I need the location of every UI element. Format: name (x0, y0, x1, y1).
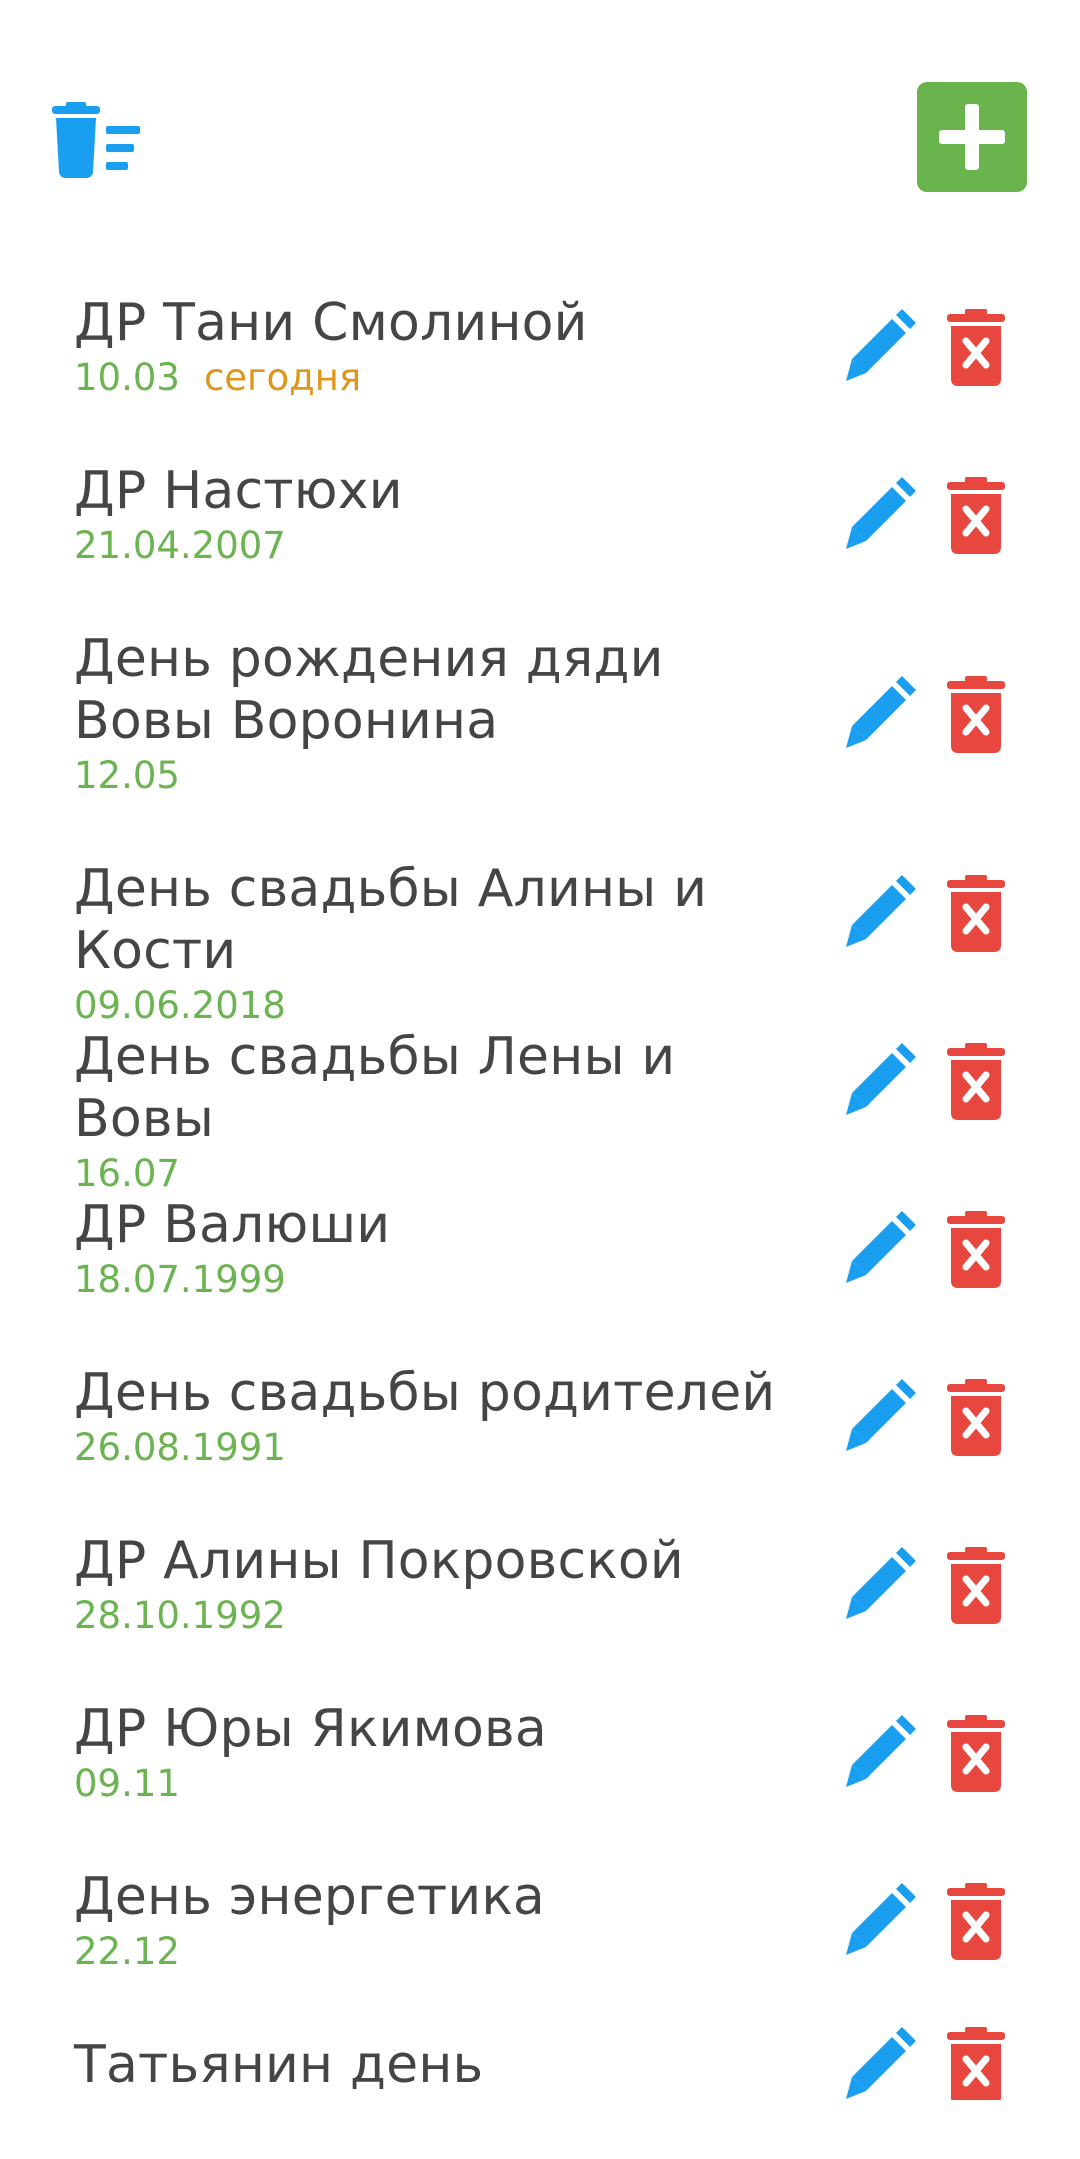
event-title: День энергетика (74, 1867, 545, 1927)
event-row[interactable]: ДР Настюхи 21.04.2007 (0, 438, 1080, 606)
pencil-icon (846, 309, 916, 381)
edit-button[interactable] (838, 1881, 918, 1961)
event-text: День энергетика 22.12 (74, 1866, 794, 1976)
delete-trash-icon (947, 1715, 1005, 1792)
delete-trash-icon (947, 2027, 1005, 2100)
pencil-icon (846, 1211, 916, 1283)
event-row[interactable]: День свадьбы родителей 26.08.1991 (0, 1340, 1080, 1508)
delete-button[interactable] (945, 1043, 1007, 1121)
event-text: День свадьбы родителей 26.08.1991 (74, 1362, 794, 1472)
event-date: 26.08.1991 (74, 1426, 286, 1469)
edit-button[interactable] (838, 1209, 918, 1289)
event-title: ДР Валюши (74, 1195, 391, 1255)
pencil-icon (846, 477, 916, 549)
pencil-icon (846, 1043, 916, 1115)
event-title: ДР Юры Якимова (74, 1699, 547, 1759)
delete-button[interactable] (945, 477, 1007, 555)
pencil-icon (846, 1715, 916, 1787)
event-title: ДР Тани Смолиной (74, 293, 588, 353)
delete-trash-icon (947, 676, 1005, 753)
event-list-viewport[interactable]: ДР Тани Смолиной 10.03 сегодня ДР Настюх… (0, 270, 1080, 2100)
event-date: 22.12 (74, 1930, 180, 1973)
delete-button[interactable] (945, 1379, 1007, 1457)
add-event-button[interactable] (917, 82, 1027, 192)
event-row[interactable]: ДР Юры Якимова 09.11 (0, 1676, 1080, 1844)
edit-button[interactable] (838, 307, 918, 387)
edit-button[interactable] (838, 2025, 918, 2100)
event-title: День свадьбы Лены и Вовы (74, 1027, 676, 1149)
event-row[interactable]: День свадьбы Алины и Кости 09.06.2018 (0, 836, 1080, 1027)
delete-trash-icon (947, 1547, 1005, 1624)
event-date: 12.05 (74, 754, 180, 797)
delete-button[interactable] (945, 1211, 1007, 1289)
pencil-icon (846, 1883, 916, 1955)
event-text: ДР Тани Смолиной 10.03 сегодня (74, 292, 794, 402)
edit-button[interactable] (838, 674, 918, 754)
event-row[interactable]: День свадьбы Лены и Вовы 16.07 (0, 1004, 1080, 1195)
pencil-icon (846, 1547, 916, 1619)
event-row[interactable]: ДР Валюши 18.07.1999 (0, 1172, 1080, 1340)
event-list: ДР Тани Смолиной 10.03 сегодня ДР Настюх… (0, 270, 1080, 2100)
pencil-icon (846, 676, 916, 748)
delete-trash-icon (947, 309, 1005, 386)
event-subline: 22.12 (74, 1928, 794, 1976)
event-text: ДР Юры Якимова 09.11 (74, 1698, 794, 1808)
plus-icon (939, 104, 1005, 170)
delete-button[interactable] (945, 676, 1007, 754)
toolbar (0, 0, 1080, 250)
delete-button[interactable] (945, 1547, 1007, 1625)
event-date: 21.04.2007 (74, 524, 286, 567)
event-title: ДР Алины Покровской (74, 1531, 684, 1591)
event-date: 18.07.1999 (74, 1258, 286, 1301)
event-subline: 12.05 (74, 752, 794, 800)
today-badge: сегодня (203, 356, 362, 399)
event-title: День рождения дяди Вовы Воронина (74, 629, 664, 751)
event-subline: 26.08.1991 (74, 1424, 794, 1472)
event-row[interactable]: День энергетика 22.12 (0, 1844, 1080, 2012)
pencil-icon (846, 1379, 916, 1451)
delete-button[interactable] (945, 309, 1007, 387)
event-subline: 28.10.1992 (74, 1592, 794, 1640)
delete-button[interactable] (945, 1715, 1007, 1793)
edit-button[interactable] (838, 1041, 918, 1121)
event-text: ДР Настюхи 21.04.2007 (74, 460, 794, 570)
edit-button[interactable] (838, 1545, 918, 1625)
delete-trash-icon (947, 1379, 1005, 1456)
event-subline: 21.04.2007 (74, 522, 794, 570)
event-subline: 10.03 сегодня (74, 354, 794, 402)
edit-button[interactable] (838, 1713, 918, 1793)
event-date: 28.10.1992 (74, 1594, 286, 1637)
pencil-icon (846, 2027, 916, 2099)
delete-trash-icon (947, 1211, 1005, 1288)
event-row[interactable]: Татьянин день (0, 2012, 1080, 2100)
delete-trash-icon (947, 1883, 1005, 1960)
event-title: Татьянин день (74, 2035, 484, 2095)
edit-button[interactable] (838, 873, 918, 953)
event-subline: 09.11 (74, 1760, 794, 1808)
event-text: ДР Валюши 18.07.1999 (74, 1194, 794, 1304)
delete-button[interactable] (945, 2027, 1007, 2100)
event-text: Татьянин день (74, 2034, 794, 2096)
delete-trash-icon (947, 1043, 1005, 1120)
delete-trash-icon (947, 875, 1005, 952)
event-date: 10.03 (74, 356, 180, 399)
delete-button[interactable] (945, 875, 1007, 953)
delete-button[interactable] (945, 1883, 1007, 1961)
edit-button[interactable] (838, 1377, 918, 1457)
clear-list-button[interactable] (52, 96, 152, 180)
event-row[interactable]: ДР Алины Покровской 28.10.1992 (0, 1508, 1080, 1676)
event-title: День свадьбы родителей (74, 1363, 776, 1423)
event-text: День рождения дяди Вовы Воронина 12.05 (74, 628, 794, 800)
delete-trash-icon (947, 477, 1005, 554)
event-title: ДР Настюхи (74, 461, 403, 521)
pencil-icon (846, 875, 916, 947)
event-date: 09.11 (74, 1762, 180, 1805)
event-row[interactable]: День рождения дяди Вовы Воронина 12.05 (0, 606, 1080, 836)
event-title: День свадьбы Алины и Кости (74, 859, 708, 981)
event-row[interactable]: ДР Тани Смолиной 10.03 сегодня (0, 270, 1080, 438)
event-subline: 18.07.1999 (74, 1256, 794, 1304)
trash-list-icon (52, 102, 140, 178)
event-text: ДР Алины Покровской 28.10.1992 (74, 1530, 794, 1640)
edit-button[interactable] (838, 475, 918, 555)
